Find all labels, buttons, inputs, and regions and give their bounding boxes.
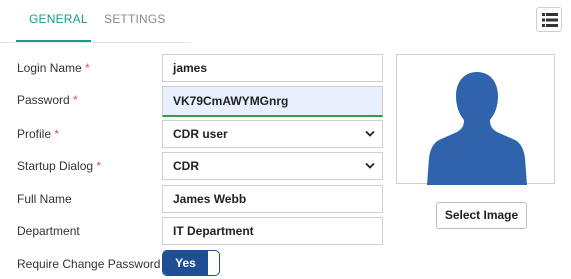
tab-bar: GENERAL SETTINGS	[0, 0, 190, 43]
require-change-password-label: Require Change Password	[17, 257, 161, 271]
login-name-label-text: Login Name	[17, 61, 82, 75]
login-name-label: Login Name *	[17, 61, 90, 75]
startup-dialog-select-value: CDR	[173, 159, 199, 173]
startup-dialog-select[interactable]: CDR	[162, 152, 383, 180]
required-marker: *	[73, 93, 78, 107]
toggle-on-state: Yes	[163, 251, 208, 275]
required-marker: *	[54, 127, 60, 141]
password-label-text: Password	[17, 93, 70, 107]
chevron-down-icon	[365, 130, 375, 137]
profile-label: Profile *	[17, 127, 59, 141]
menu-button[interactable]	[536, 7, 562, 32]
department-input[interactable]: IT Department	[162, 217, 383, 245]
required-marker: *	[85, 61, 90, 75]
select-image-button[interactable]: Select Image	[436, 202, 527, 229]
department-label: Department	[17, 224, 80, 238]
profile-select-value: CDR user	[173, 127, 228, 141]
login-name-input[interactable]: james	[162, 54, 383, 82]
profile-label-text: Profile	[17, 127, 52, 141]
chevron-down-icon	[365, 162, 375, 169]
tab-settings[interactable]: SETTINGS	[104, 12, 166, 26]
tab-general[interactable]: GENERAL	[29, 12, 88, 26]
full-name-input[interactable]: James Webb	[162, 185, 383, 213]
user-photo-frame	[396, 54, 555, 185]
user-silhouette-icon	[427, 72, 527, 185]
startup-dialog-label-text: Startup Dialog	[17, 159, 94, 173]
list-menu-icon	[542, 13, 558, 27]
required-marker: *	[96, 159, 102, 173]
password-input[interactable]: VK79CmAWYMGnrg	[162, 86, 383, 117]
profile-select[interactable]: CDR user	[162, 120, 383, 148]
active-tab-indicator	[16, 40, 91, 42]
require-change-password-toggle[interactable]: Yes	[162, 250, 220, 276]
full-name-label: Full Name	[17, 192, 72, 206]
startup-dialog-label: Startup Dialog *	[17, 159, 101, 173]
password-label: Password *	[17, 93, 78, 107]
